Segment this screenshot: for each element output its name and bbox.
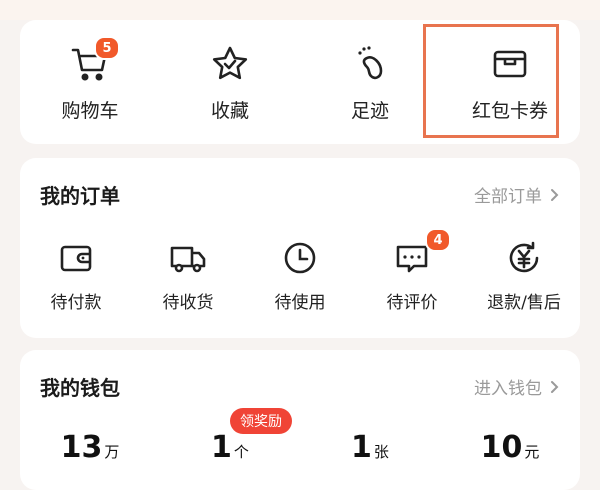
review-badge: 4 xyxy=(425,228,451,252)
wallet-stat-value: 1 xyxy=(351,430,372,465)
coupons-button[interactable]: 红包卡券 xyxy=(440,20,580,144)
wallet-stat-unit: 万 xyxy=(104,443,120,461)
wallet-stat[interactable]: 1张 xyxy=(300,428,440,468)
wallet-stat-value: 10 xyxy=(480,430,523,465)
footprint-label: 足迹 xyxy=(350,100,389,122)
wallet-card-icon xyxy=(493,50,527,78)
cart-label: 购物车 xyxy=(61,100,119,122)
order-pending-use-label: 待使用 xyxy=(274,293,326,313)
order-pending-receipt[interactable]: 待收货 xyxy=(132,234,244,324)
wallet-stat[interactable]: 13 万 xyxy=(20,428,160,468)
wallet-title: 我的钱包 xyxy=(40,376,120,400)
wallet-stat-unit: 张 xyxy=(373,443,389,461)
wallet-stat-value: 13 xyxy=(60,430,103,465)
favorites-button[interactable]: 收藏 xyxy=(160,20,300,144)
chevron-right-icon xyxy=(551,380,559,393)
order-refund-label: 退款/售后 xyxy=(487,293,561,313)
all-orders-link[interactable]: 全部订单 xyxy=(474,182,560,207)
cart-badge: 5 xyxy=(94,36,120,60)
orders-title: 我的订单 xyxy=(40,184,120,208)
clock-icon xyxy=(284,242,316,274)
top-background xyxy=(0,0,600,20)
enter-wallet-label: 进入钱包 xyxy=(474,379,542,399)
truck-icon xyxy=(170,246,206,273)
order-pending-use[interactable]: 待使用 xyxy=(244,234,356,324)
order-pending-review-label: 待评价 xyxy=(386,293,438,313)
coupons-label: 红包卡券 xyxy=(471,100,548,122)
wallet-stat-value: 1 xyxy=(211,430,232,465)
enter-wallet-link[interactable]: 进入钱包 xyxy=(474,374,560,399)
wallet-stat[interactable]: 10 元 xyxy=(440,428,580,468)
refund-icon xyxy=(509,241,539,273)
footprint-button[interactable]: 足迹 xyxy=(300,20,440,144)
order-pending-review[interactable]: 4 待评价 xyxy=(356,228,468,324)
wallet-stat-unit: 个 xyxy=(233,443,249,461)
wallet-stat[interactable]: 1个 xyxy=(160,428,300,468)
order-pending-receipt-label: 待收货 xyxy=(162,293,214,313)
order-pending-payment-label: 待付款 xyxy=(50,293,102,313)
wallet-stat-unit: 元 xyxy=(524,443,540,461)
wallet-card: 我的钱包 进入钱包 领奖励 13 万 1个 1张 10 元 xyxy=(20,350,580,490)
chevron-right-icon xyxy=(551,188,559,201)
footprint-icon xyxy=(358,46,383,80)
star-icon xyxy=(212,46,248,80)
wallet-icon xyxy=(60,245,92,272)
quick-actions-card: 5 购物车 收藏 足迹 红包卡券 xyxy=(20,20,580,144)
cart-button[interactable]: 5 购物车 xyxy=(20,20,160,144)
favorites-label: 收藏 xyxy=(210,100,249,122)
all-orders-label: 全部订单 xyxy=(474,187,542,207)
orders-card: 我的订单 全部订单 待付款 待收货 待使用 4 待评价 退款/售后 xyxy=(20,158,580,338)
order-pending-payment[interactable]: 待付款 xyxy=(20,234,132,324)
order-refund[interactable]: 退款/售后 xyxy=(468,234,580,324)
